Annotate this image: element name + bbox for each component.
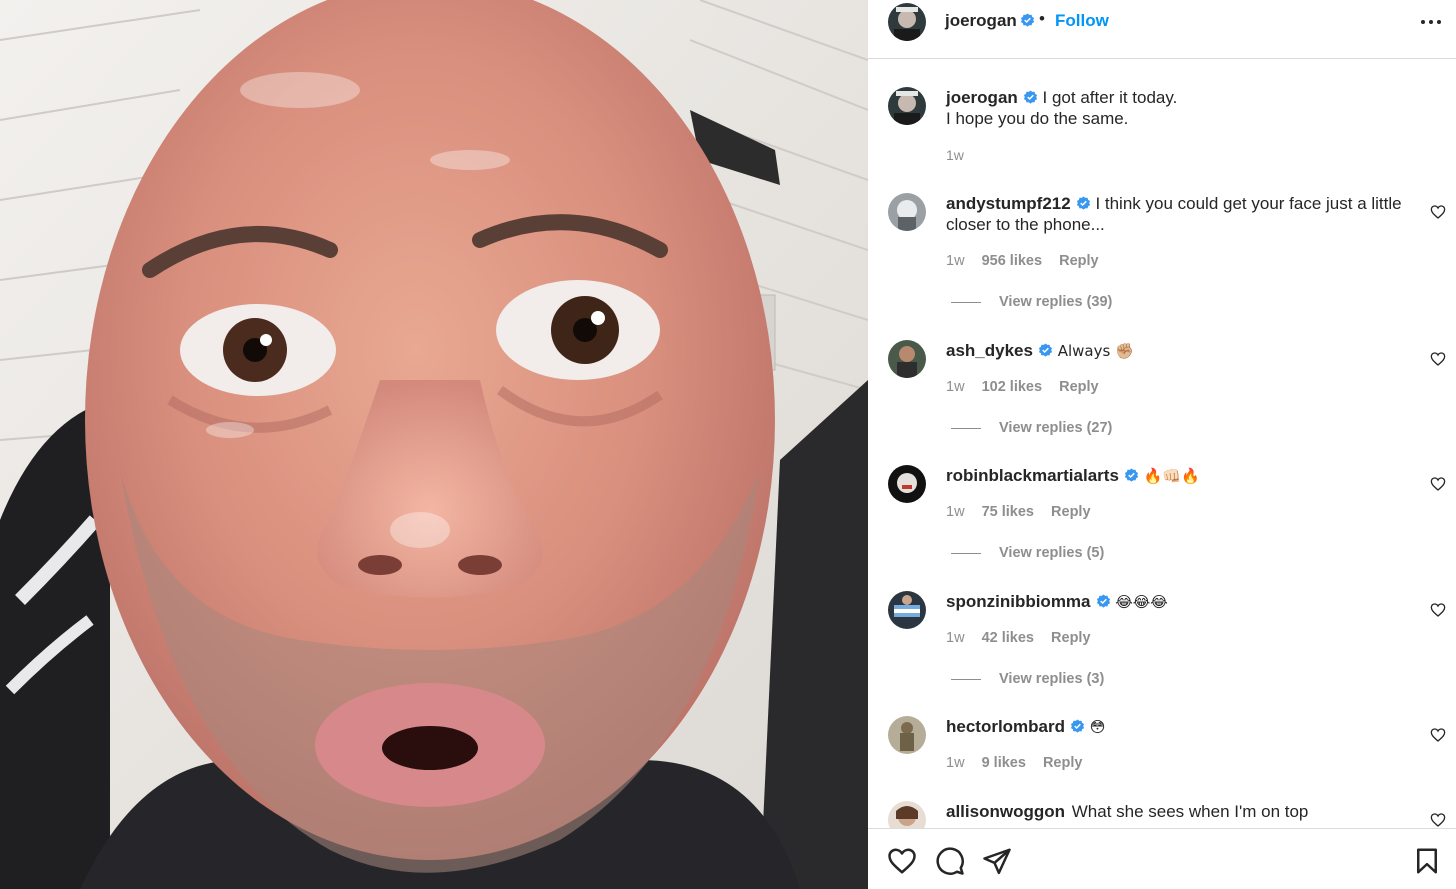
avatar-image [888,716,926,754]
like-comment-heart-icon[interactable] [1430,351,1446,367]
bookmark-icon[interactable] [1412,846,1442,876]
selfie-image [0,0,868,889]
commenter-avatar[interactable] [888,340,926,378]
avatar-image [888,465,926,503]
reply-button[interactable]: Reply [1043,755,1083,771]
comment-body: ash_dykes Always ✊🏼 [946,340,1416,362]
more-options-icon[interactable] [1418,11,1444,33]
verified-badge-icon [1076,196,1090,210]
verified-badge-icon [1070,719,1085,733]
view-replies-button[interactable]: View replies (27) [951,420,1112,436]
author-avatar[interactable] [888,3,926,41]
comment-bubble-icon[interactable] [935,846,965,876]
comment-body: robinblackmartialarts 🔥👊🏻🔥 [946,465,1416,487]
comment-text: 🔥👊🏻🔥 [1143,467,1200,485]
replies-divider [951,301,981,303]
post-action-bar [868,828,1456,889]
like-comment-heart-icon[interactable] [1430,204,1446,220]
comment-timestamp: 1w [946,379,965,395]
like-comment-heart-icon[interactable] [1430,602,1446,618]
view-replies-label: View replies (39) [999,294,1113,310]
view-replies-label: View replies (27) [999,420,1113,436]
caption-body: joerogan I got after it today. I hope yo… [946,87,1416,129]
comment-username[interactable]: andystumpf212 [946,194,1071,213]
comment-meta: 1w 956 likes Reply [946,253,1112,269]
reply-button[interactable]: Reply [1051,630,1091,646]
comment-timestamp: 1w [946,630,965,646]
avatar-image [888,193,926,231]
like-comment-heart-icon[interactable] [1430,476,1446,492]
replies-divider [951,427,981,429]
comment-username[interactable]: sponzinibbiomma [946,592,1091,611]
paper-plane-icon[interactable] [982,846,1012,876]
commenter-avatar[interactable] [888,465,926,503]
comment-text: 😂😂😂 [1115,593,1168,611]
comment-body: andystumpf212 I think you could get your… [946,193,1416,235]
verified-badge-icon [1096,594,1110,608]
comment-username[interactable]: robinblackmartialarts [946,466,1119,485]
commenter-avatar[interactable] [888,591,926,629]
post-header: joerogan • Follow [868,0,1456,59]
avatar-image [888,801,926,828]
header-separator: • [1039,9,1045,28]
caption-text-line1: I got after it today. [1042,88,1178,107]
avatar-image [888,87,926,125]
like-comment-heart-icon[interactable] [1430,727,1446,743]
reply-button[interactable]: Reply [1059,253,1099,269]
author-name-wrap: joerogan [945,11,1035,31]
comment-meta: 1w 75 likes Reply [946,504,1104,520]
post-side-panel: joerogan • Follow joerogan I got after i… [868,0,1456,889]
avatar-image [888,3,926,41]
view-replies-button[interactable]: View replies (39) [951,294,1112,310]
verified-badge-icon [1023,90,1037,104]
comment-body: sponzinibbiomma 😂😂😂 [946,591,1416,613]
view-replies-label: View replies (3) [999,671,1105,687]
comment-likes[interactable]: 956 likes [982,253,1042,269]
caption-timestamp: 1w [946,147,964,163]
reply-button[interactable]: Reply [1051,504,1091,520]
view-replies-button[interactable]: View replies (5) [951,545,1104,561]
comment-timestamp: 1w [946,253,965,269]
comment-username[interactable]: allisonwoggon [946,802,1065,821]
comment-likes[interactable]: 42 likes [982,630,1034,646]
view-replies-label: View replies (5) [999,545,1105,561]
like-comment-heart-icon[interactable] [1430,812,1446,828]
replies-divider [951,678,981,680]
commenter-avatar[interactable] [888,801,926,828]
comment-likes[interactable]: 9 likes [982,755,1026,771]
verified-badge-icon [1038,343,1053,357]
heart-icon[interactable] [887,846,917,876]
author-username[interactable]: joerogan [945,11,1017,30]
comment-username[interactable]: hectorlombard [946,717,1065,736]
comment-body: hectorlombard 😳 [946,716,1416,738]
comment-body: allisonwoggon What she sees when I'm on … [946,801,1416,822]
comment-meta: 1w 42 likes Reply [946,630,1104,646]
comment-timestamp: 1w [946,504,965,520]
comment-meta: 1w 9 likes Reply [946,755,1095,771]
comments-list[interactable]: joerogan I got after it today. I hope yo… [868,60,1456,828]
verified-badge-icon [1124,468,1138,482]
avatar-image [888,340,926,378]
caption-username[interactable]: joerogan [946,88,1018,107]
follow-button[interactable]: Follow [1055,11,1109,31]
comment-timestamp: 1w [946,755,965,771]
comment-text: What she sees when I'm on top [1071,802,1309,821]
comment-likes[interactable]: 102 likes [982,379,1042,395]
view-replies-button[interactable]: View replies (3) [951,671,1104,687]
verified-badge-icon [1020,13,1034,27]
comment-text: Always ✊🏼 [1057,342,1134,360]
caption-text-line2: I hope you do the same. [946,109,1129,128]
comment-text: 😳 [1089,718,1106,736]
commenter-avatar[interactable] [888,716,926,754]
comment-username[interactable]: ash_dykes [946,341,1033,360]
avatar-image [888,591,926,629]
post-photo [0,0,868,889]
author-avatar[interactable] [888,87,926,125]
comment-meta: 1w 102 likes Reply [946,379,1112,395]
comment-likes[interactable]: 75 likes [982,504,1034,520]
replies-divider [951,552,981,554]
reply-button[interactable]: Reply [1059,379,1099,395]
commenter-avatar[interactable] [888,193,926,231]
